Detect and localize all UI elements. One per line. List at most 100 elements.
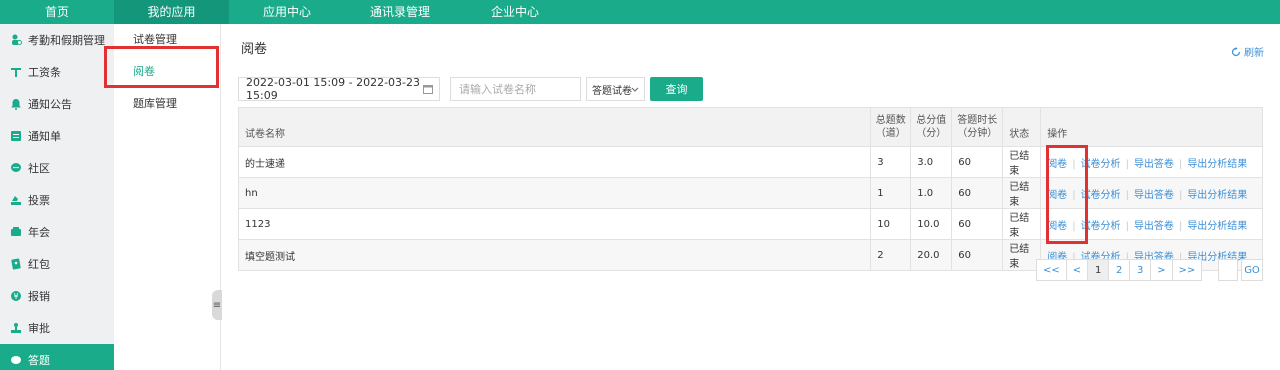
page-last-button[interactable]: >> <box>1171 259 1203 281</box>
page-jump-input[interactable] <box>1218 259 1238 281</box>
submenu-item-grading[interactable]: 阅卷 <box>114 56 220 88</box>
approval-icon <box>10 322 22 334</box>
cell-duration: 60 <box>951 177 1004 209</box>
cell-ops: 阅卷 | 试卷分析 | 导出答卷 | 导出分析结果 <box>1040 177 1263 209</box>
notice-icon <box>10 130 22 142</box>
sidebar-item-label: 考勤和假期管理 <box>28 34 105 47</box>
nav-enterprise[interactable]: 企业中心 <box>455 0 575 24</box>
submenu-item-question-bank[interactable]: 题库管理 <box>114 88 220 120</box>
sidebar-item-notice[interactable]: 通知公告 <box>0 88 114 120</box>
sidebar-item-community[interactable]: 社区 <box>0 152 114 184</box>
export-analysis-link[interactable]: 导出分析结果 <box>1187 190 1247 201</box>
sidebar-item-attendance[interactable]: 考勤和假期管理 <box>0 24 114 56</box>
party-icon <box>10 226 22 238</box>
cell-count: 3 <box>870 146 912 178</box>
sidebar-item-label: 工资条 <box>28 66 61 79</box>
export-answers-link[interactable]: 导出答卷 <box>1134 159 1174 170</box>
page-2-button[interactable]: 2 <box>1108 259 1131 281</box>
table-row: 1123 10 10.0 60 已结束 阅卷 | 试卷分析 | 导出答卷 | 导出分析结果 <box>237 208 1263 240</box>
cell-score: 1.0 <box>910 177 953 209</box>
search-input[interactable]: 请输入试卷名称 <box>450 77 581 101</box>
export-answers-link[interactable]: 导出答卷 <box>1134 190 1174 201</box>
sidebar-item-salary[interactable]: 工资条 <box>0 56 114 88</box>
cell-score: 10.0 <box>910 208 953 240</box>
cell-status: 已结束 <box>1002 208 1042 240</box>
export-answers-link[interactable]: 导出答卷 <box>1134 221 1174 232</box>
select-value: 答题试卷 <box>592 85 632 97</box>
menu-lines-icon: ≡ <box>212 299 222 311</box>
bell-icon <box>10 98 22 110</box>
cell-name: hn <box>237 177 872 209</box>
collapse-handle[interactable]: ≡ <box>212 290 222 320</box>
analysis-link[interactable]: 试卷分析 <box>1081 221 1121 232</box>
page-3-button[interactable]: 3 <box>1129 259 1152 281</box>
cell-count: 1 <box>870 177 912 209</box>
export-analysis-link[interactable]: 导出分析结果 <box>1187 159 1247 170</box>
analysis-link[interactable]: 试卷分析 <box>1081 190 1121 201</box>
sidebar-item-approval[interactable]: 审批 <box>0 312 114 344</box>
table-row: 的士速递 3 3.0 60 已结束 阅卷 | 试卷分析 | 导出答卷 | 导出分析结果 <box>237 146 1263 178</box>
cell-score: 20.0 <box>910 239 953 271</box>
cell-status: 已结束 <box>1002 239 1042 271</box>
cell-duration: 60 <box>951 239 1004 271</box>
nav-home[interactable]: 首页 <box>0 0 114 24</box>
header-name: 试卷名称 <box>237 107 872 147</box>
page-prev-button[interactable]: < <box>1065 259 1089 281</box>
sidebar-item-label: 通知公告 <box>28 98 72 111</box>
analysis-link[interactable]: 试卷分析 <box>1081 159 1121 170</box>
sidebar-item-label: 红包 <box>28 258 50 271</box>
exam-table: 试卷名称 总题数 （道） 总分值 （分） 答题时长 （分钟） 状态 操作 的士速递 3… <box>237 107 1263 271</box>
grade-link[interactable]: 阅卷 <box>1047 159 1067 170</box>
sidebar-item-label: 报销 <box>28 290 50 303</box>
cell-count: 2 <box>870 239 912 271</box>
paper-type-select[interactable]: 答题试卷 <box>586 77 645 101</box>
calendar-icon <box>423 84 433 97</box>
page-1-button[interactable]: 1 <box>1087 259 1110 281</box>
query-button[interactable]: 查询 <box>650 77 703 101</box>
sidebar-item-notice-form[interactable]: 通知单 <box>0 120 114 152</box>
pagination: << < 1 2 3 > >> <box>1036 259 1203 281</box>
header-status: 状态 <box>1002 107 1042 147</box>
cell-ops: 阅卷 | 试卷分析 | 导出答卷 | 导出分析结果 <box>1040 208 1263 240</box>
nav-contacts[interactable]: 通讯录管理 <box>345 0 455 24</box>
go-button[interactable]: GO <box>1241 259 1263 281</box>
nav-my-apps[interactable]: 我的应用 <box>114 0 229 24</box>
main-panel: 阅卷 刷新 2022-03-01 15:09 - 2022-03-23 15:0… <box>222 24 1280 370</box>
submenu-item-paper-management[interactable]: 试卷管理 <box>114 24 220 56</box>
red-packet-icon <box>10 258 22 270</box>
page-first-button[interactable]: << <box>1036 259 1067 281</box>
grade-link[interactable]: 阅卷 <box>1047 190 1067 201</box>
svg-text:¥: ¥ <box>13 292 18 301</box>
sidebar-item-vote[interactable]: 投票 <box>0 184 114 216</box>
sidebar: 考勤和假期管理 工资条 通知公告 通知单 社区 投票 年会 红包 ¥ 报销 审批… <box>0 24 114 370</box>
sidebar-item-label: 社区 <box>28 162 50 175</box>
vote-icon <box>10 194 22 206</box>
cell-name: 填空题测试 <box>237 239 872 271</box>
header-duration: 答题时长 （分钟） <box>951 107 1004 147</box>
sidebar-item-reimburse[interactable]: ¥ 报销 <box>0 280 114 312</box>
cell-score: 3.0 <box>910 146 953 178</box>
sidebar-item-red-packet[interactable]: 红包 <box>0 248 114 280</box>
refresh-button[interactable]: 刷新 <box>1231 44 1264 59</box>
sidebar-item-label: 答题 <box>28 354 50 367</box>
export-analysis-link[interactable]: 导出分析结果 <box>1187 221 1247 232</box>
sidebar-item-label: 年会 <box>28 226 50 239</box>
submenu: 试卷管理 阅卷 题库管理 <box>114 24 221 370</box>
cell-name: 1123 <box>237 208 872 240</box>
sidebar-item-quiz[interactable]: 答题 <box>0 344 114 370</box>
cell-status: 已结束 <box>1002 146 1042 178</box>
chat-icon <box>10 162 22 174</box>
cell-status: 已结束 <box>1002 177 1042 209</box>
sidebar-item-annual-party[interactable]: 年会 <box>0 216 114 248</box>
nav-app-center[interactable]: 应用中心 <box>229 0 345 24</box>
refresh-label: 刷新 <box>1244 48 1264 59</box>
page-next-button[interactable]: > <box>1150 259 1173 281</box>
date-range-input[interactable]: 2022-03-01 15:09 - 2022-03-23 15:09 <box>238 76 440 102</box>
top-nav: 首页 我的应用 应用中心 通讯录管理 企业中心 <box>0 0 1280 24</box>
cell-duration: 60 <box>951 208 1004 240</box>
attendance-icon <box>10 34 22 46</box>
date-range-value: 2022-03-01 15:09 - 2022-03-23 15:09 <box>246 76 421 102</box>
search-placeholder: 请输入试卷名称 <box>459 83 536 96</box>
grade-link[interactable]: 阅卷 <box>1047 221 1067 232</box>
cell-name: 的士速递 <box>237 146 872 178</box>
